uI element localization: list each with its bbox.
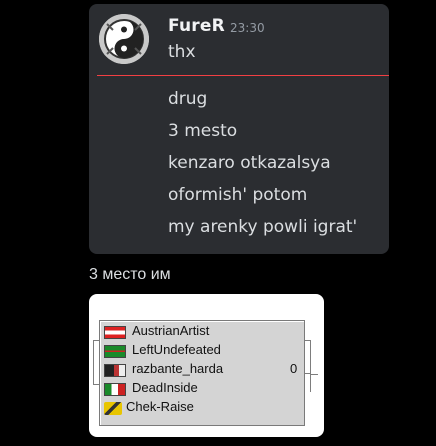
bracket-match-box: AustrianArtist LeftUndefeated razbante_h… [99, 320, 305, 426]
green-flag-icon [104, 345, 126, 358]
bracket-connector [93, 340, 94, 384]
team-name: Chek-Raise [126, 399, 194, 414]
image-attachment[interactable]: AustrianArtist LeftUndefeated razbante_h… [89, 294, 324, 437]
yin-yang-icon [99, 14, 149, 64]
message-text: oformish' potom [168, 185, 308, 205]
team-name: LeftUndefeated [132, 342, 221, 357]
italy-flag-icon [104, 383, 126, 396]
author-name[interactable]: FureR [168, 16, 225, 36]
yellow-icon [104, 402, 122, 415]
bracket-connector [310, 340, 311, 392]
message-text: 3 mesto [168, 121, 238, 141]
dark-flag-icon [104, 364, 126, 377]
user-avatar[interactable] [99, 14, 149, 64]
message-text: my arenky powli igrat' [168, 217, 358, 237]
bracket-connector [310, 374, 318, 375]
team-name: DeadInside [132, 380, 198, 395]
new-messages-divider [97, 75, 389, 76]
chat-view: FureR 23:30 thx drug 3 mesto kenzaro otk… [0, 0, 436, 446]
message-group: FureR 23:30 thx drug 3 mesto kenzaro otk… [89, 4, 389, 254]
message-caption: 3 место им [89, 266, 171, 283]
message-timestamp[interactable]: 23:30 [230, 21, 265, 35]
message-text: drug [168, 89, 208, 109]
austria-flag-icon [104, 326, 126, 339]
message-text: kenzaro otkazalsya [168, 153, 331, 173]
score-value: 0 [290, 361, 298, 376]
team-name: razbante_harda [132, 361, 224, 376]
team-name: AustrianArtist [132, 323, 210, 338]
message-text: thx [168, 42, 196, 62]
